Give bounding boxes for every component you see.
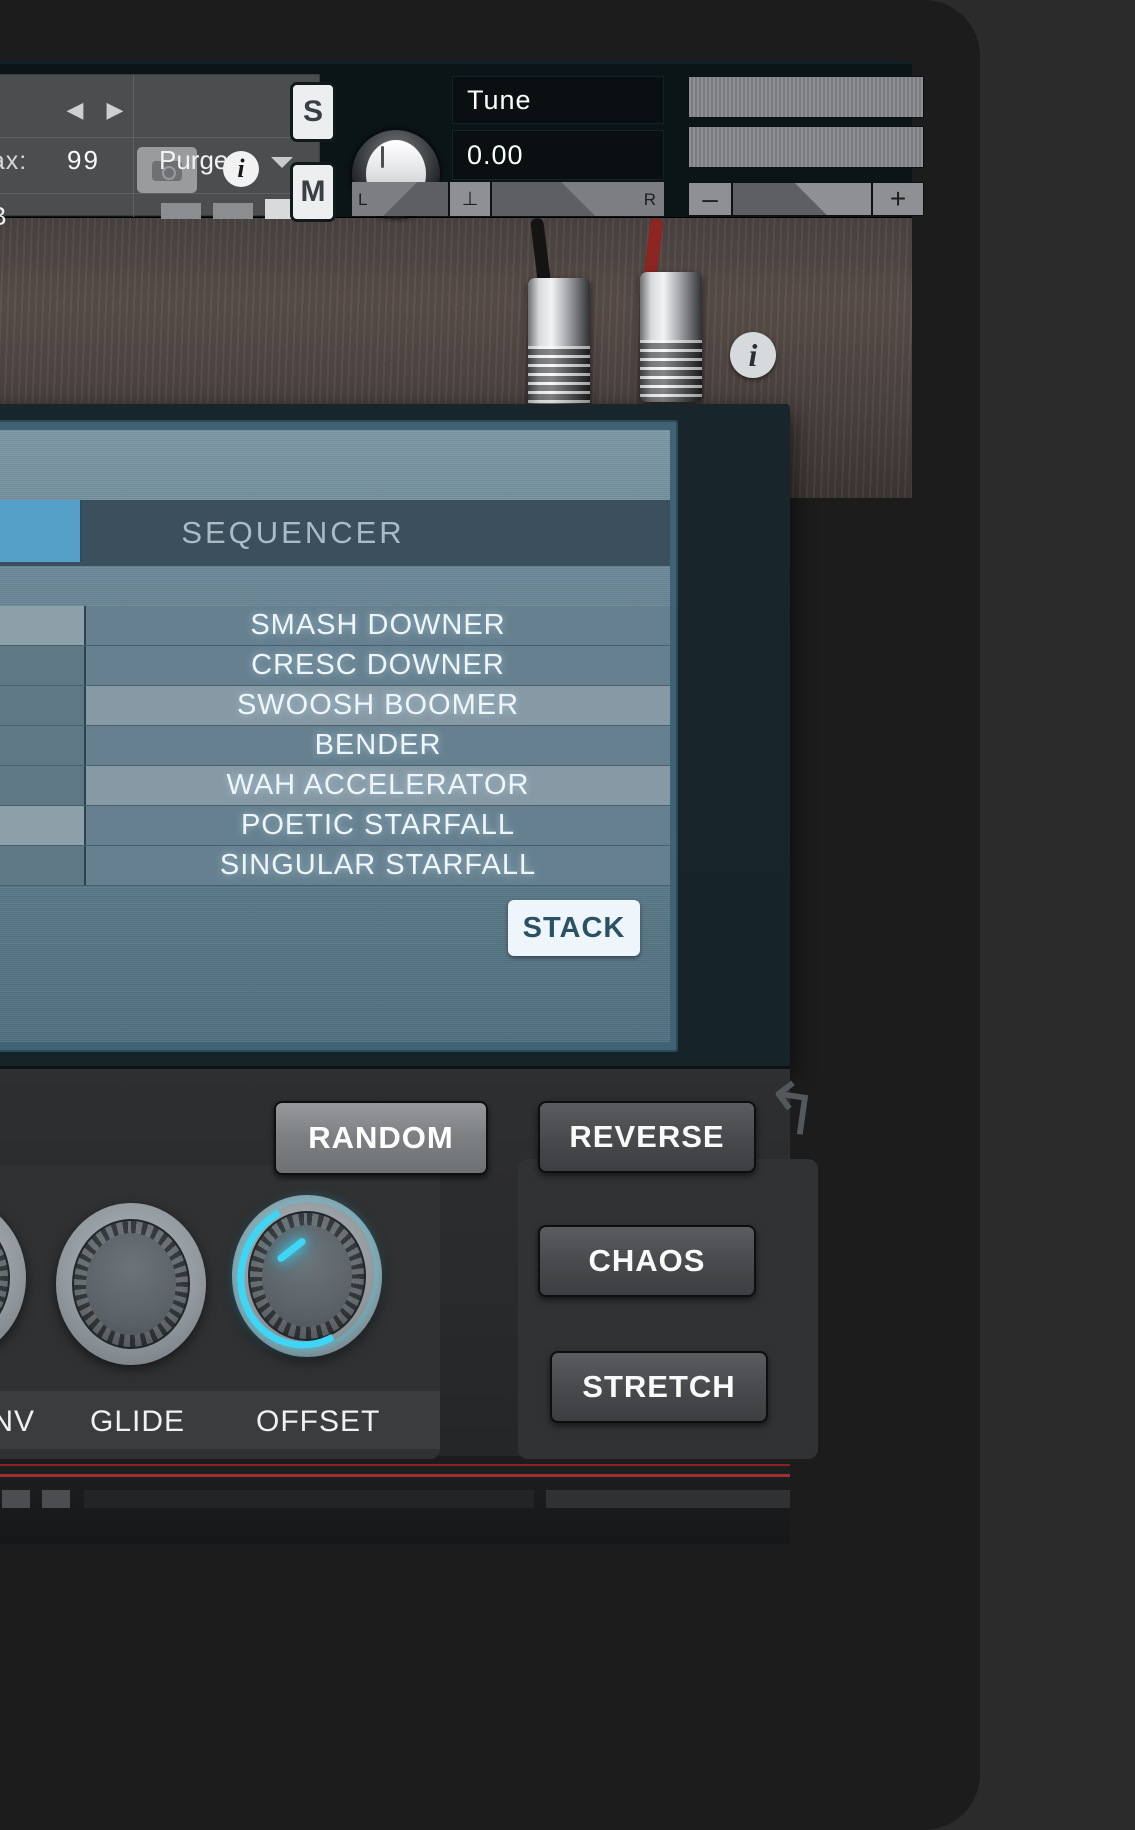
row-number-cell[interactable] (0, 686, 86, 725)
table-row[interactable]: SINGULAR STARFALL (0, 846, 670, 886)
max-value[interactable]: 99 (67, 145, 100, 176)
output-meter-left (688, 76, 924, 118)
knob-face (86, 1233, 176, 1335)
mute-button[interactable]: M (290, 162, 336, 222)
volume-row[interactable]: – + (688, 182, 924, 216)
keyboard-range-line (0, 1474, 790, 1477)
table-row[interactable]: SMASH DOWNER (0, 606, 670, 646)
divider (0, 193, 321, 194)
stack-button[interactable]: STACK (508, 900, 640, 956)
undo-arrow-icon[interactable]: ↰ (757, 1064, 826, 1153)
row-name[interactable]: WAH ACCELERATOR (86, 766, 670, 805)
row-number-cell[interactable] (0, 846, 86, 885)
memory-value: 38 GB (0, 201, 8, 232)
output-meter-right (688, 126, 924, 168)
sequencer-bezel: SEQUENCER SMASH DOWNER CRESC DOWNER SWOO… (0, 420, 678, 1052)
row-number-cell[interactable] (0, 606, 86, 645)
volume-slider[interactable] (732, 182, 872, 216)
offset-knob[interactable] (218, 1183, 394, 1367)
reverse-button[interactable]: REVERSE (538, 1101, 756, 1173)
stretch-button[interactable]: STRETCH (550, 1351, 768, 1423)
next-button[interactable]: ▶ (101, 93, 129, 127)
offset-label: OFFSET (256, 1405, 381, 1438)
sequencer-screen: SEQUENCER SMASH DOWNER CRESC DOWNER SWOO… (0, 430, 670, 1042)
pan-slider[interactable]: L ⊥ R (352, 182, 664, 216)
max-label: Max: (0, 147, 28, 175)
row-name[interactable]: SWOOSH BOOMER (86, 686, 670, 725)
pan-right-label: R (643, 190, 656, 209)
table-row[interactable]: BENDER (0, 726, 670, 766)
pan-left-label: L (358, 190, 368, 209)
row-name[interactable]: SMASH DOWNER (86, 606, 670, 645)
table-row[interactable]: SWOOSH BOOMER (0, 686, 670, 726)
pan-right-ramp (492, 182, 664, 216)
table-row[interactable]: CRESC DOWNER (0, 646, 670, 686)
bottom-control-panel: PITCH ENV GLIDE OFFSET RANDOM REVERSE CH… (0, 1066, 818, 1459)
random-button[interactable]: RANDOM (274, 1101, 488, 1175)
row-number-cell[interactable] (0, 806, 86, 845)
prev-button[interactable]: ◀ (61, 93, 89, 127)
tune-label: Tune (452, 76, 664, 124)
purge-menu[interactable]: Purge (159, 145, 228, 176)
divider (133, 75, 134, 217)
row-name[interactable]: BENDER (86, 726, 670, 765)
keyboard-key[interactable] (84, 1490, 534, 1508)
glide-knob[interactable] (56, 1203, 206, 1365)
sequencer-titlebar: SEQUENCER (0, 500, 670, 566)
pan-center-handle[interactable]: ⊥ (448, 182, 492, 216)
plug-rings (640, 340, 702, 402)
tune-value-field[interactable]: 0.00 (452, 130, 664, 180)
keyboard-key[interactable] (42, 1490, 70, 1508)
row-number-cell[interactable] (0, 726, 86, 765)
info-icon[interactable]: i (223, 151, 259, 187)
device-frame: i ◀ ▶ i Max: 99 Purge 38 GB S (0, 0, 980, 1830)
solo-button[interactable]: S (290, 82, 336, 142)
row-number-cell[interactable] (0, 646, 86, 685)
pitch-env-label: PITCH ENV (0, 1405, 36, 1438)
row-name[interactable]: CRESC DOWNER (86, 646, 670, 685)
chaos-button[interactable]: CHAOS (538, 1225, 756, 1297)
keyboard-key[interactable] (2, 1490, 30, 1508)
instrument-info-panel: ◀ ▶ i Max: 99 Purge 38 GB (0, 74, 321, 231)
sequencer-list[interactable]: SMASH DOWNER CRESC DOWNER SWOOSH BOOMER (0, 606, 670, 898)
app-window: i ◀ ▶ i Max: 99 Purge 38 GB S (0, 0, 1135, 1830)
row-number-cell[interactable] (0, 766, 86, 805)
kontakt-header: ◀ ▶ i Max: 99 Purge 38 GB S M Tune 0. (0, 62, 924, 231)
table-row[interactable]: POETIC STARFALL (0, 806, 670, 846)
page-title: SEQUENCER (181, 515, 405, 550)
level-bar (161, 203, 201, 219)
tab-sequencer-active[interactable] (0, 500, 82, 562)
keyboard-strip[interactable] (0, 1464, 790, 1544)
xlr-plug-left (528, 278, 590, 408)
xlr-plug-right (640, 272, 702, 402)
table-row[interactable]: WAH ACCELERATOR (0, 766, 670, 806)
knob-inner (0, 1213, 10, 1343)
volume-minus-button[interactable]: – (688, 182, 732, 216)
row-name[interactable]: SINGULAR STARFALL (86, 846, 670, 885)
level-bar (213, 203, 253, 219)
glide-label: GLIDE (90, 1405, 186, 1438)
sequencer-panel: SEQUENCER SMASH DOWNER CRESC DOWNER SWOO… (0, 404, 790, 1068)
keyboard-key[interactable] (546, 1490, 790, 1508)
divider (0, 137, 321, 138)
row-name[interactable]: POETIC STARFALL (86, 806, 670, 845)
info-icon[interactable]: i (730, 332, 776, 378)
volume-plus-button[interactable]: + (872, 182, 924, 216)
knob-pointer (381, 146, 384, 168)
plug-rings (528, 346, 590, 408)
